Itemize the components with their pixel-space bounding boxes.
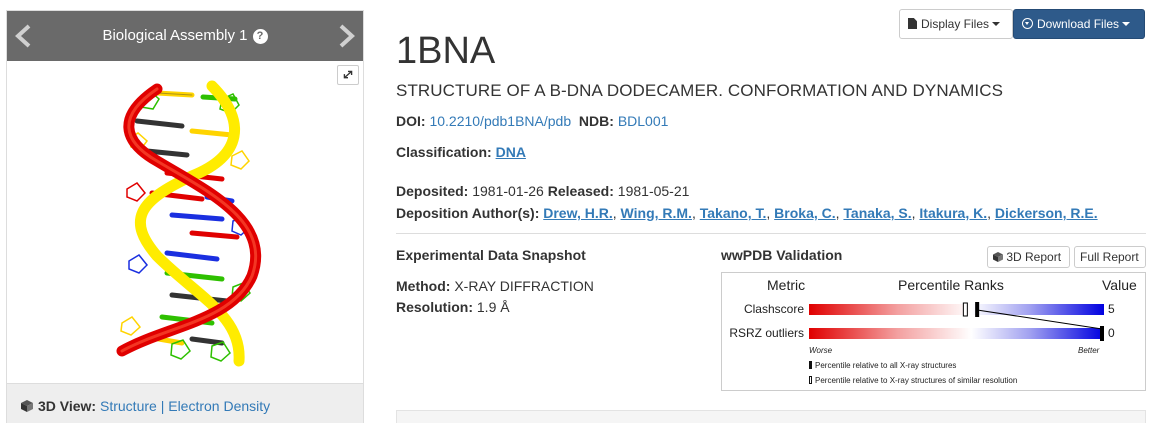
released-label: Released:: [547, 183, 614, 199]
better-label: Better: [1078, 346, 1100, 355]
structure-link[interactable]: Structure: [100, 398, 157, 414]
caret-down-icon: [992, 22, 1001, 26]
carousel-title-text: Biological Assembly 1: [102, 27, 248, 44]
author-link[interactable]: Wing, R.M.: [621, 205, 692, 221]
author-link[interactable]: Tanaka, S.: [843, 205, 911, 221]
legend-all-text: Percentile relative to all X-ray structu…: [815, 361, 957, 370]
deposited-date: 1981-01-26: [472, 183, 544, 199]
validation-title: wwPDB Validation: [721, 247, 843, 263]
caret-down-icon: [1122, 22, 1131, 26]
classification-label: Classification:: [396, 144, 492, 160]
deposited-label: Deposited:: [396, 183, 469, 199]
electron-density-link[interactable]: Electron Density: [168, 398, 270, 414]
expand-icon[interactable]: [337, 65, 359, 85]
file-icon: [908, 18, 917, 29]
method-value: X-RAY DIFFRACTION: [454, 278, 594, 294]
method-line: Method: X-RAY DIFFRACTION: [396, 278, 594, 294]
entry-title: STRUCTURE OF A B-DNA DODECAMER. CONFORMA…: [396, 81, 1004, 100]
cube-icon: [993, 252, 1003, 262]
all-structures-marker: [1100, 326, 1104, 341]
validation-slider-panel: Metric Percentile Ranks Value Clashscore…: [721, 272, 1146, 391]
percentile-markers: [962, 302, 1104, 341]
similar-resolution-marker: [962, 302, 968, 317]
classification-link[interactable]: DNA: [496, 144, 526, 160]
dates-line: Deposited: 1981-01-26 Released: 1981-05-…: [396, 183, 689, 199]
assembly-carousel: Biological Assembly 1? 3D View: Structur…: [6, 10, 364, 423]
carousel-title: Biological Assembly 1?: [7, 27, 363, 44]
ndb-label: NDB:: [578, 113, 614, 129]
carousel-header: Biological Assembly 1?: [7, 11, 363, 61]
structure-viewer-image[interactable]: [7, 61, 363, 383]
authors-line: Deposition Author(s): Drew, H.R., Wing, …: [396, 205, 1098, 221]
resolution-value: 1.9 Å: [476, 299, 510, 315]
download-files-label: Download Files: [1037, 17, 1120, 31]
author-link[interactable]: Drew, H.R.: [543, 205, 613, 221]
snapshot-title: Experimental Data Snapshot: [396, 247, 586, 263]
resolution-line: Resolution: 1.9 Å: [396, 299, 510, 315]
divider: [396, 233, 1146, 234]
legend-similar-text: Percentile relative to X-ray structures …: [815, 376, 1018, 385]
legend-similar: Percentile relative to X-ray structures …: [809, 376, 1017, 385]
entry-id: 1BNA: [396, 30, 496, 72]
download-icon: [1022, 18, 1033, 29]
doi-line: DOI: 10.2210/pdb1BNA/pdb NDB: BDL001: [396, 113, 668, 129]
method-label: Method:: [396, 278, 451, 294]
author-link[interactable]: Broka, C.: [774, 205, 835, 221]
3d-report-button[interactable]: 3D Report: [987, 246, 1070, 268]
percentile-connector: [977, 309, 1103, 330]
chevron-right-icon[interactable]: [333, 23, 359, 49]
full-report-button[interactable]: Full Report: [1074, 246, 1146, 268]
classification-line: Classification: DNA: [396, 144, 526, 160]
help-icon[interactable]: ?: [252, 29, 268, 44]
doi-link[interactable]: 10.2210/pdb1BNA/pdb: [429, 113, 571, 129]
ndb-link[interactable]: BDL001: [618, 113, 669, 129]
display-files-button[interactable]: Display Files: [899, 9, 1013, 39]
authors-label: Deposition Author(s):: [396, 205, 540, 221]
resolution-label: Resolution:: [396, 299, 473, 315]
download-files-button[interactable]: Download Files: [1013, 9, 1145, 39]
link-separator: |: [160, 398, 165, 414]
worse-label: Worse: [809, 346, 833, 355]
released-date: 1981-05-21: [617, 183, 690, 199]
author-link[interactable]: Takano, T.: [700, 205, 767, 221]
filled-marker-icon: [809, 361, 812, 369]
3d-report-label: 3D Report: [1006, 250, 1062, 264]
carousel-footer: 3D View: Structure | Electron Density: [7, 383, 363, 423]
author-link[interactable]: Itakura, K.: [919, 205, 987, 221]
doi-label: DOI:: [396, 113, 426, 129]
cube-icon: [21, 400, 33, 412]
3d-view-label: 3D View:: [38, 398, 97, 414]
legend-all: Percentile relative to all X-ray structu…: [809, 361, 956, 370]
all-structures-marker: [975, 302, 980, 317]
display-files-label: Display Files: [921, 17, 990, 31]
bottom-panel: [396, 410, 1146, 423]
author-link[interactable]: Dickerson, R.E.: [995, 205, 1098, 221]
hollow-marker-icon: [809, 376, 812, 384]
